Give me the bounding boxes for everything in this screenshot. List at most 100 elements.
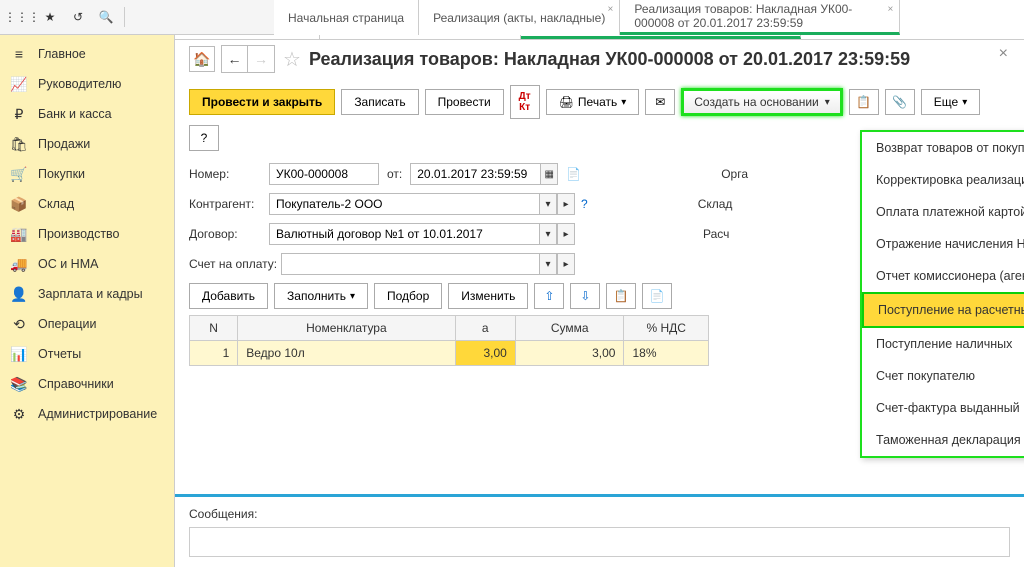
sidebar-label: Банк и касса [38, 107, 112, 121]
cell-n[interactable]: 1 [190, 341, 238, 366]
favorite-star-icon[interactable]: ☆ [283, 47, 301, 72]
invoice-input[interactable] [281, 253, 539, 275]
paste-icon[interactable]: 📄 [642, 283, 672, 309]
dtkt-icon[interactable]: ДтКт [510, 85, 540, 119]
sidebar-label: Продажи [38, 137, 90, 151]
sidebar-item-warehouse[interactable]: 📦Склад [0, 189, 174, 219]
dropdown-icon[interactable]: ▾ [539, 223, 557, 245]
open-icon[interactable]: ▸ [557, 193, 575, 215]
tab-sales[interactable]: Реализация (акты, накладные)× [320, 35, 521, 39]
account-label: Расч [703, 227, 729, 241]
tab-home[interactable]: Начальная страница [175, 35, 320, 39]
tab-current-doc[interactable]: Реализация товаров: Накладная УК00-00000… [620, 0, 900, 35]
help-button[interactable]: ? [189, 125, 219, 151]
main-area: Начальная страница Реализация (акты, нак… [175, 35, 1024, 567]
print-label: Печать [578, 95, 617, 109]
more-button[interactable]: Еще [921, 89, 980, 115]
col-vat[interactable]: % НДС [624, 316, 709, 341]
cell-name[interactable]: Ведро 10л [238, 341, 455, 366]
open-icon[interactable]: ▸ [557, 223, 575, 245]
cell-vat[interactable]: 18% [624, 341, 709, 366]
add-button[interactable]: Добавить [189, 283, 268, 309]
search-icon[interactable]: 🔍 [92, 3, 120, 31]
sidebar-item-catalogs[interactable]: 📚 Справочники [0, 369, 174, 399]
menu-item-card-payment[interactable]: Оплата платежной картой [862, 196, 1024, 228]
sidebar-item-manager[interactable]: 📈Руководителю [0, 69, 174, 99]
create-on-basis-button[interactable]: Создать на основании▾ [681, 88, 843, 116]
table-row[interactable]: 1 Ведро 10л 3,00 3,00 18% [190, 341, 709, 366]
date-picker-icon[interactable]: ▦ [540, 163, 558, 185]
sidebar-item-hr[interactable]: 👤Зарплата и кадры [0, 279, 174, 309]
move-up-icon[interactable]: ⇧ [534, 283, 564, 309]
menu-item-cash-receipt[interactable]: Поступление наличных [862, 328, 1024, 360]
contract-input[interactable] [269, 223, 539, 245]
sidebar-item-operations[interactable]: ⟲Операции [0, 309, 174, 339]
sidebar-item-purchases[interactable]: 🛒Покупки [0, 159, 174, 189]
mail-icon[interactable]: ✉ [645, 89, 675, 115]
sidebar-label: ОС и НМА [38, 257, 98, 271]
home-button[interactable]: 🏠 [189, 46, 215, 72]
sidebar-label: Справочники [38, 377, 114, 391]
col-n[interactable]: N [190, 316, 238, 341]
menu-item-customs[interactable]: Таможенная декларация (экспорт) [862, 424, 1024, 456]
apps-icon[interactable]: ⋮⋮⋮ [8, 3, 36, 31]
col-price[interactable]: а [455, 316, 515, 341]
save-button[interactable]: Записать [341, 89, 418, 115]
sidebar-item-production[interactable]: 🏭Производство [0, 219, 174, 249]
contractor-input[interactable] [269, 193, 539, 215]
sidebar-label: Главное [38, 47, 86, 61]
close-button[interactable]: × [999, 45, 1008, 63]
cycle-icon: ⟲ [10, 316, 28, 332]
col-nomenclature[interactable]: Номенклатура [238, 316, 455, 341]
sidebar-label: Склад [38, 197, 74, 211]
star-icon[interactable]: ★ [36, 3, 64, 31]
menu-item-invoice[interactable]: Счет покупателю [862, 360, 1024, 392]
close-icon[interactable]: × [608, 4, 614, 15]
sidebar-item-bank[interactable]: ₽Банк и касса [0, 99, 174, 129]
date-input[interactable] [410, 163, 540, 185]
gear-icon: ⚙ [10, 406, 28, 422]
copy-icon[interactable]: 📋 [606, 283, 636, 309]
fill-button[interactable]: Заполнить [274, 283, 368, 309]
move-down-icon[interactable]: ⇩ [570, 283, 600, 309]
books-icon: 📚 [10, 376, 28, 392]
tab-home[interactable]: Начальная страница [274, 0, 419, 35]
history-icon[interactable]: ↺ [64, 3, 92, 31]
menu-item-correction[interactable]: Корректировка реализации [862, 164, 1024, 196]
cell-sum[interactable]: 3,00 [515, 341, 624, 366]
col-sum[interactable]: Сумма [515, 316, 624, 341]
back-button[interactable]: ← [222, 46, 248, 72]
menu-item-bank-receipt[interactable]: Поступление на расчетный счет [862, 292, 1024, 328]
menu-item-vat[interactable]: Отражение начисления НДС [862, 228, 1024, 260]
sidebar-item-main[interactable]: ≡Главное [0, 39, 174, 69]
attach-icon[interactable]: 📎 [885, 89, 915, 115]
print-button[interactable]: 🖨Печать [546, 89, 640, 115]
sidebar-item-admin[interactable]: ⚙Администрирование [0, 399, 174, 429]
post-close-button[interactable]: Провести и закрыть [189, 89, 335, 115]
contractor-help-icon[interactable]: ? [581, 197, 588, 211]
post-button[interactable]: Провести [425, 89, 504, 115]
sidebar-item-sales[interactable]: 🛍Продажи [0, 129, 174, 159]
select-button[interactable]: Подбор [374, 283, 442, 309]
menu-item-tax-invoice[interactable]: Счет-фактура выданный [862, 392, 1024, 424]
close-icon[interactable]: × [888, 4, 894, 15]
create-basis-label: Создать на основании [694, 95, 819, 109]
menu-item-return[interactable]: Возврат товаров от покупателя [862, 132, 1024, 164]
change-button[interactable]: Изменить [448, 283, 528, 309]
number-input[interactable] [269, 163, 379, 185]
bars-icon: 📊 [10, 346, 28, 362]
tab-sales-list[interactable]: Реализация (акты, накладные)× [419, 0, 620, 35]
messages-box[interactable] [189, 527, 1010, 557]
cell-price[interactable]: 3,00 [455, 341, 515, 366]
dropdown-icon[interactable]: ▾ [539, 193, 557, 215]
sidebar-label: Покупки [38, 167, 85, 181]
dropdown-icon[interactable]: ▾ [539, 253, 557, 275]
sidebar-label: Отчеты [38, 347, 81, 361]
related-icon[interactable]: 📋 [849, 89, 879, 115]
forward-button[interactable]: → [248, 46, 274, 72]
sidebar-item-reports[interactable]: 📊 Отчеты [0, 339, 174, 369]
open-icon[interactable]: ▸ [557, 253, 575, 275]
tab-invoice[interactable]: Реализация товаров: Накладная УК00-00000… [521, 35, 801, 39]
menu-item-commission-report[interactable]: Отчет комиссионера (агента) о продажах [862, 260, 1024, 292]
sidebar-item-assets[interactable]: 🚚ОС и НМА [0, 249, 174, 279]
